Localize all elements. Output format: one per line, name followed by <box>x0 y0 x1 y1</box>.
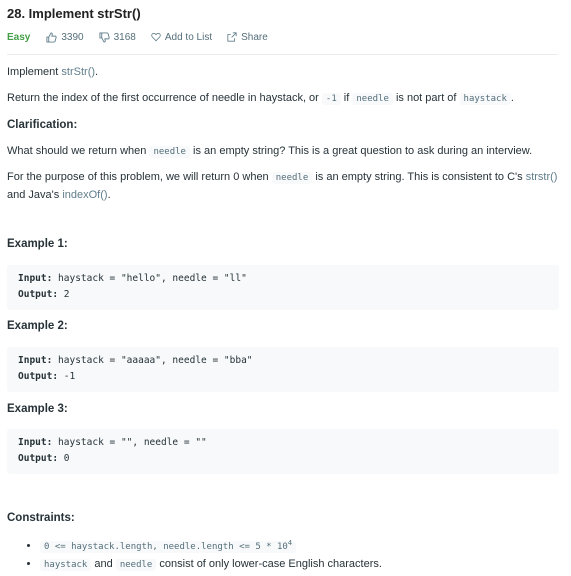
example-title: Example 2: <box>7 320 68 332</box>
share-button[interactable]: Share <box>227 32 268 43</box>
return-text: Return the index of the first occurrence… <box>7 92 322 104</box>
output-value: -1 <box>58 371 76 382</box>
share-label: Share <box>241 31 268 43</box>
code-haystack: haystack <box>459 93 511 105</box>
return-period: . <box>510 92 514 104</box>
example-code-block: Input: haystack = "hello", needle = "ll"… <box>7 265 559 310</box>
example-code-block: Input: haystack = "aaaaa", needle = "bba… <box>7 347 559 392</box>
like-count: 3390 <box>61 31 84 43</box>
code-minus-one: -1 <box>321 93 341 105</box>
intro-paragraph: Implement strStr(). <box>7 64 559 81</box>
output-label: Output: <box>18 289 59 300</box>
constraint-item: haystack and needle consist of only lowe… <box>40 556 560 574</box>
input-label: Input: <box>18 355 53 366</box>
constraint-item: 0 <= haystack.length, needle.length <= 5… <box>40 535 560 556</box>
constraints-heading: Constraints: <box>7 512 75 524</box>
input-label: Input: <box>18 437 53 448</box>
header-divider <box>7 54 558 55</box>
intro-text: Implement <box>7 66 62 78</box>
example-title: Example 3: <box>7 403 68 415</box>
heart-icon <box>151 32 161 42</box>
thumbs-up-icon <box>46 31 57 43</box>
output-value: 2 <box>58 289 70 300</box>
output-label: Output: <box>18 371 59 382</box>
return-text-not-part: is not part of <box>392 92 460 104</box>
strstr-link[interactable]: strStr() <box>61 66 95 78</box>
input-label: Input: <box>18 273 53 284</box>
constraint-and: and <box>91 558 116 570</box>
purpose-text-mid: is an empty string. This is consistent t… <box>312 171 526 183</box>
constraint-length-code: 0 <= haystack.length, needle.length <= 5… <box>40 539 297 553</box>
problem-title: 28. Implement strStr() <box>7 6 141 21</box>
problem-description-panel: 28. Implement strStr() Easy 3390 3168 Ad… <box>0 0 571 576</box>
purpose-paragraph: For the purpose of this problem, we will… <box>7 169 559 204</box>
constraints-list: 0 <= haystack.length, needle.length <= 5… <box>7 535 560 574</box>
code-needle: needle <box>149 146 190 158</box>
input-value: haystack = "", needle = "" <box>52 437 207 448</box>
input-value: haystack = "hello", needle = "ll" <box>52 273 247 284</box>
example-title: Example 1: <box>7 238 68 250</box>
return-paragraph: Return the index of the first occurrence… <box>7 90 559 108</box>
code-needle: needle <box>352 93 393 105</box>
example-code-block: Input: haystack = "", needle = "" Output… <box>7 429 559 474</box>
code-needle: needle <box>115 559 157 571</box>
output-label: Output: <box>18 453 59 464</box>
output-value: 0 <box>58 453 70 464</box>
java-indexof-link[interactable]: indexOf() <box>62 189 107 201</box>
difficulty-badge: Easy <box>7 31 31 43</box>
add-to-list-button[interactable]: Add to List <box>151 32 212 43</box>
input-value: haystack = "aaaaa", needle = "bba" <box>52 355 253 366</box>
clarification-heading: Clarification: <box>7 119 78 131</box>
dislike-count: 3168 <box>113 31 136 43</box>
constraint-text: consist of only lower-case English chara… <box>156 558 382 570</box>
clarification-text: What should we return when <box>7 145 150 157</box>
intro-period: . <box>95 66 99 78</box>
return-text-if: if <box>340 92 353 104</box>
c-strstr-link[interactable]: strstr() <box>526 171 558 183</box>
code-needle: needle <box>271 172 313 184</box>
code-haystack: haystack <box>40 559 92 571</box>
add-to-list-label: Add to List <box>164 31 213 43</box>
thumbs-down-icon <box>99 31 110 43</box>
clarification-paragraph: What should we return when needle is an … <box>7 143 559 161</box>
constraint-length-text: 0 <= haystack.length, needle.length <= 5… <box>44 542 288 552</box>
problem-meta-bar: Easy 3390 3168 Add to List Share <box>7 29 283 45</box>
dislike-button[interactable]: 3168 <box>99 32 136 43</box>
purpose-period: . <box>107 189 111 201</box>
purpose-text: For the purpose of this problem, we will… <box>7 171 272 183</box>
clarification-text-end: is an empty string? This is a great ques… <box>189 145 533 157</box>
constraint-exponent: 4 <box>287 539 293 547</box>
share-icon <box>227 32 237 42</box>
purpose-text-java: and Java's <box>7 189 63 201</box>
like-button[interactable]: 3390 <box>46 31 84 43</box>
